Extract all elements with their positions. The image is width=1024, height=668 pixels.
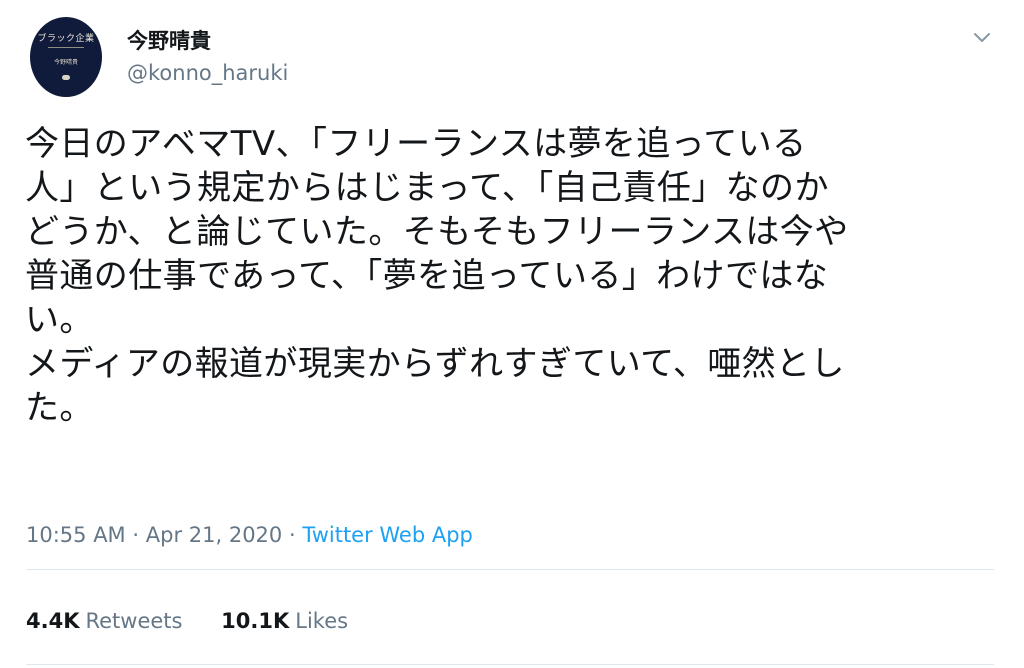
tweet-time[interactable]: 10:55 AM <box>26 523 126 547</box>
avatar[interactable]: ブラック企業 今野晴貴 <box>30 17 102 97</box>
likes-stat[interactable]: 10.1K Likes <box>221 606 348 636</box>
retweets-stat[interactable]: 4.4K Retweets <box>26 606 182 636</box>
tweet-stats: 4.4K Retweets 10.1K Likes <box>26 606 348 636</box>
likes-label: Likes <box>295 609 349 633</box>
avatar-book-author: 今野晴貴 <box>53 59 78 66</box>
retweets-count: 4.4K <box>26 609 80 633</box>
tweet-date[interactable]: Apr 21, 2020 <box>146 523 283 547</box>
chevron-down-icon[interactable] <box>968 26 996 50</box>
avatar-book-title: ブラック企業 <box>37 34 95 44</box>
retweets-label: Retweets <box>85 609 183 633</box>
tweet-source-link[interactable]: Twitter Web App <box>302 523 473 547</box>
display-name[interactable]: 今野晴貴 <box>127 27 211 55</box>
tweet-meta: 10:55 AM · Apr 21, 2020 · Twitter Web Ap… <box>26 520 473 550</box>
divider <box>26 569 994 570</box>
tweet-text: 今日のアベマTV、「フリーランスは夢を追っている 人」という規定からはじまって、… <box>25 124 849 428</box>
meta-separator: · <box>288 523 296 547</box>
meta-separator: · <box>132 523 140 547</box>
avatar-publisher-mark <box>62 75 70 80</box>
tweet-card: ブラック企業 今野晴貴 今野晴貴 @konno_haruki 今日のアベマTV、… <box>0 0 1024 668</box>
avatar-divider <box>48 47 84 48</box>
user-handle[interactable]: @konno_haruki <box>127 59 288 87</box>
likes-count: 10.1K <box>221 609 290 633</box>
divider <box>26 664 994 665</box>
